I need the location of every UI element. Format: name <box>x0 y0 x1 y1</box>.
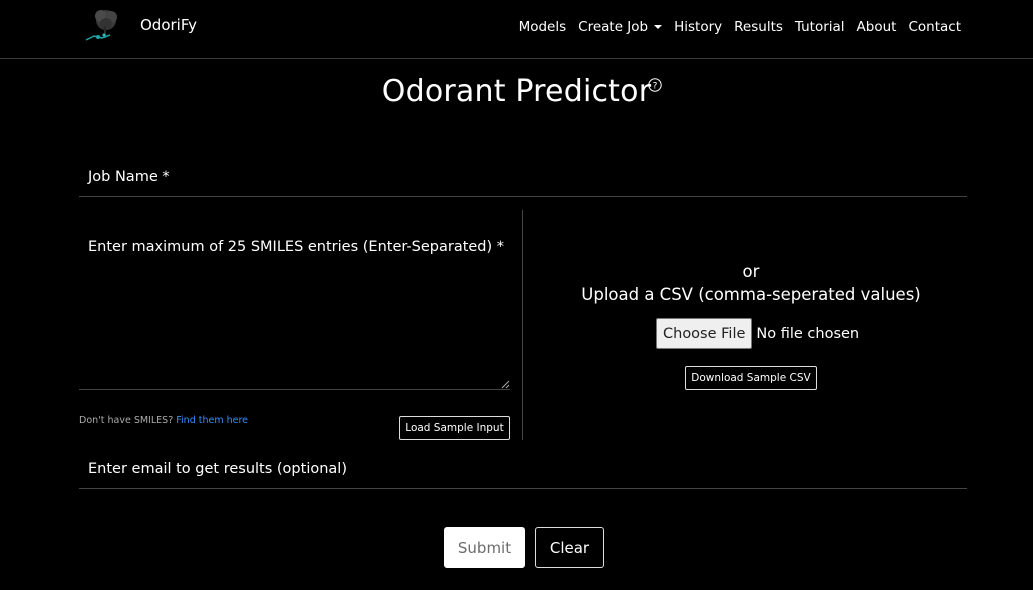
smiles-hint: Don't have SMILES? Find them here <box>79 415 248 426</box>
nav-tutorial-label: Tutorial <box>794 19 845 35</box>
nav-history-label: History <box>674 19 723 35</box>
find-smiles-link[interactable]: Find them here <box>176 415 248 426</box>
no-file-text: No file chosen <box>756 325 860 342</box>
column-divider <box>522 210 523 440</box>
main-nav: Models Create Job History Results Tutori… <box>507 19 961 35</box>
nav-contact[interactable]: Contact <box>908 19 961 35</box>
nav-about-label: About <box>856 19 897 35</box>
nav-models-label: Models <box>518 19 567 35</box>
clear-button[interactable]: Clear <box>535 527 604 568</box>
load-sample-input-button[interactable]: Load Sample Input <box>399 416 510 440</box>
submit-button[interactable]: Submit <box>444 527 525 568</box>
download-sample-csv-button[interactable]: Download Sample CSV <box>685 366 817 390</box>
smiles-underline <box>79 389 510 390</box>
email-field[interactable]: Enter email to get results (optional) <box>88 461 347 477</box>
job-name-underline <box>79 196 967 197</box>
hint-text: Don't have SMILES? <box>79 415 174 426</box>
nav-contact-label: Contact <box>908 19 961 35</box>
nav-history[interactable]: History <box>674 19 722 35</box>
svg-text:?: ? <box>653 81 658 91</box>
smiles-textarea[interactable]: Enter maximum of 25 SMILES entries (Ente… <box>88 236 508 259</box>
nav-about[interactable]: About <box>857 19 897 35</box>
nav-create-job[interactable]: Create Job <box>578 19 663 35</box>
odorify-logo-icon[interactable] <box>80 6 124 44</box>
choose-file-button[interactable]: Choose File <box>656 318 753 349</box>
nav-models[interactable]: Models <box>519 19 567 35</box>
nav-tutorial[interactable]: Tutorial <box>795 19 845 35</box>
navbar: OdoriFy Models Create Job History Result… <box>0 0 1033 59</box>
nav-results-label: Results <box>734 19 783 35</box>
or-text: or <box>742 262 760 281</box>
page-title: Odorant Predictor <box>381 74 652 109</box>
upload-csv-text: Upload a CSV (comma-seperated values) <box>581 285 921 304</box>
job-name-field[interactable]: Job Name * <box>88 169 170 185</box>
chevron-down-icon <box>654 25 663 29</box>
nav-create-job-label: Create Job <box>578 19 649 35</box>
email-underline <box>79 488 967 489</box>
resize-grip-icon[interactable] <box>500 379 510 389</box>
help-icon[interactable]: ? <box>648 78 662 92</box>
brand-name[interactable]: OdoriFy <box>140 16 197 34</box>
file-input[interactable]: Choose File No file chosen <box>656 318 859 349</box>
title-wrap: Odorant Predictor <box>0 74 1033 109</box>
nav-results[interactable]: Results <box>734 19 783 35</box>
upload-section: or Upload a CSV (comma-seperated values) <box>522 260 980 306</box>
